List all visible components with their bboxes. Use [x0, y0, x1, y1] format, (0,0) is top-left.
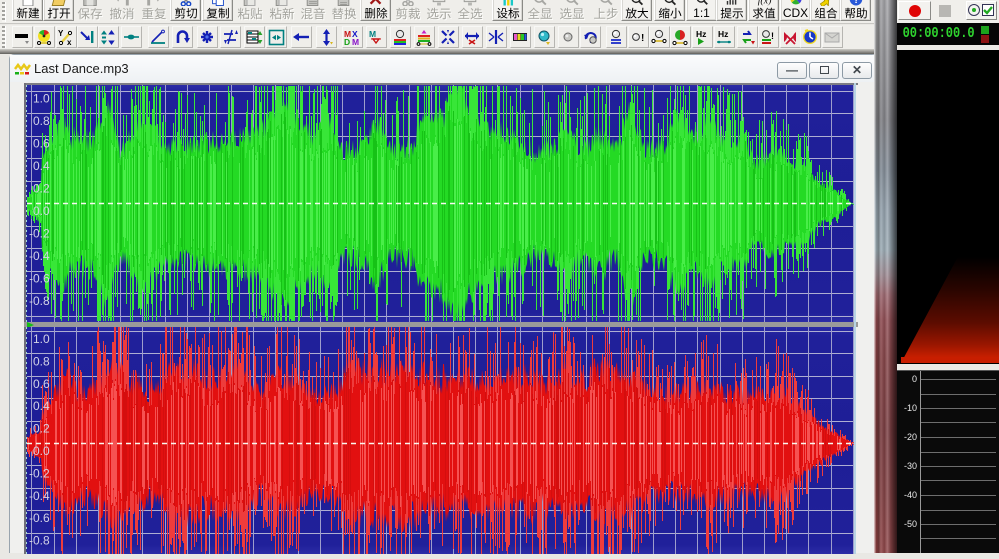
- svg-text:0.4: 0.4: [33, 159, 50, 173]
- svg-text:0.2: 0.2: [33, 422, 50, 436]
- svg-text:0.8: 0.8: [33, 354, 50, 368]
- svg-text:M: M: [352, 37, 359, 46]
- svg-text:-0.8: -0.8: [29, 294, 50, 308]
- svg-text:-0.2: -0.2: [29, 466, 50, 480]
- svg-text:M: M: [369, 29, 376, 39]
- svg-text:-0.6: -0.6: [29, 272, 50, 286]
- svg-text:!: !: [771, 31, 774, 41]
- svg-text:1.0: 1.0: [33, 332, 50, 346]
- svg-text:?: ?: [853, 0, 859, 6]
- svg-text:-0.6: -0.6: [29, 511, 50, 525]
- svg-text:f(x): f(x): [757, 0, 771, 6]
- svg-text:0.0: 0.0: [33, 204, 50, 218]
- svg-text:-0.8: -0.8: [29, 534, 50, 548]
- svg-text:1.0: 1.0: [33, 92, 50, 106]
- svg-text:-0.4: -0.4: [29, 489, 50, 503]
- svg-text:Hz: Hz: [696, 29, 706, 39]
- svg-text:0.6: 0.6: [33, 137, 50, 151]
- svg-text:0.6: 0.6: [33, 377, 50, 391]
- svg-text:-0.4: -0.4: [29, 249, 50, 263]
- svg-text:0.8: 0.8: [33, 114, 50, 128]
- svg-text:0.4: 0.4: [33, 399, 50, 413]
- svg-text:!: !: [641, 33, 644, 44]
- svg-text:Y: Y: [58, 29, 64, 38]
- svg-text:Hz: Hz: [718, 29, 728, 39]
- svg-text:x: x: [67, 38, 72, 46]
- svg-text:-0.2: -0.2: [29, 227, 50, 241]
- svg-text:0.0: 0.0: [33, 444, 50, 458]
- svg-text:0.2: 0.2: [33, 182, 50, 196]
- svg-text:D: D: [344, 37, 350, 46]
